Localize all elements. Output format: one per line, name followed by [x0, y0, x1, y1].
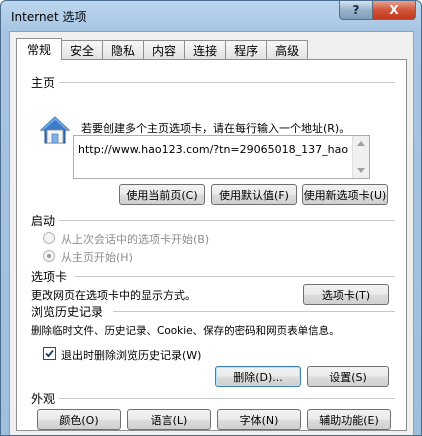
- startup-home-page-radio[interactable]: [43, 250, 55, 262]
- use-new-tab-button[interactable]: 使用新选项卡(U): [302, 184, 388, 205]
- delete-history-button[interactable]: 删除(D)...: [215, 366, 301, 387]
- dialog-client: 常规 安全 隐私 内容 连接 程序 高级 主页 若要创建多个主页选项卡，请在每行…: [9, 31, 414, 435]
- home-instruction: 若要创建多个主页选项卡，请在每行输入一个地址(R)。: [81, 122, 351, 135]
- tabs-section-title: 选项卡: [31, 270, 68, 284]
- home-section-title: 主页: [31, 76, 56, 90]
- close-button[interactable]: X: [372, 1, 416, 20]
- fonts-button[interactable]: 字体(N): [217, 409, 301, 430]
- history-section-divider: [113, 311, 395, 312]
- tab-security[interactable]: 安全: [61, 40, 104, 60]
- internet-options-window: Internet 选项 ? X 常规 安全 隐私 内容 连接 程序 高级 主页: [0, 0, 422, 436]
- tab-advanced[interactable]: 高级: [266, 40, 309, 60]
- accessibility-button[interactable]: 辅助功能(E): [307, 409, 391, 430]
- home-icon: [40, 116, 70, 144]
- window-title: Internet 选项: [11, 10, 87, 24]
- tabs-description: 更改网页在选项卡中的显示方式。: [31, 289, 196, 302]
- tab-content[interactable]: 内容: [143, 40, 186, 60]
- colors-button[interactable]: 颜色(O): [37, 409, 121, 430]
- languages-button[interactable]: 语言(L): [127, 409, 211, 430]
- home-page-url-value: http://www.hao123.com/?tn=29065018_137_h…: [78, 143, 349, 156]
- close-icon: X: [389, 3, 399, 17]
- startup-section-divider: [59, 220, 395, 221]
- checkmark-icon: [45, 349, 54, 358]
- home-page-url-textarea[interactable]: http://www.hao123.com/?tn=29065018_137_h…: [73, 135, 370, 179]
- appearance-section-divider: [59, 398, 395, 399]
- history-settings-button[interactable]: 设置(S): [307, 366, 389, 387]
- use-default-button[interactable]: 使用默认值(F): [211, 184, 297, 205]
- tab-connections[interactable]: 连接: [184, 40, 227, 60]
- delete-on-exit-label: 退出时删除浏览历史记录(W): [61, 349, 202, 362]
- tab-privacy[interactable]: 隐私: [102, 40, 145, 60]
- startup-home-page-label: 从主页开始(H): [61, 251, 133, 264]
- tab-general[interactable]: 常规: [16, 38, 63, 60]
- scroll-up-icon[interactable]: [357, 141, 365, 146]
- history-section-title: 浏览历史记录: [31, 305, 104, 319]
- scroll-down-icon[interactable]: [357, 168, 365, 173]
- appearance-section-title: 外观: [31, 392, 56, 406]
- use-current-button[interactable]: 使用当前页(C): [119, 184, 205, 205]
- url-vertical-scrollbar[interactable]: [352, 136, 369, 178]
- tab-strip: 常规 安全 隐私 内容 连接 程序 高级: [16, 38, 309, 60]
- title-bar[interactable]: Internet 选项 ? X: [1, 1, 421, 31]
- startup-last-session-label: 从上次会话中的选项卡开始(B): [61, 233, 210, 246]
- general-tab-panel: 主页 若要创建多个主页选项卡，请在每行输入一个地址(R)。 http://www…: [16, 59, 407, 431]
- tabs-section-divider: [75, 276, 395, 277]
- help-icon: ?: [352, 3, 360, 17]
- home-section-divider: [59, 82, 395, 83]
- tab-programs[interactable]: 程序: [225, 40, 268, 60]
- history-description: 删除临时文件、历史记录、Cookie、保存的密码和网页表单信息。: [31, 325, 340, 337]
- startup-section-title: 启动: [31, 214, 56, 228]
- startup-last-session-radio[interactable]: [43, 232, 55, 244]
- help-button[interactable]: ?: [339, 1, 373, 20]
- delete-on-exit-checkbox[interactable]: [43, 347, 56, 360]
- tabs-settings-button[interactable]: 选项卡(T): [303, 284, 389, 305]
